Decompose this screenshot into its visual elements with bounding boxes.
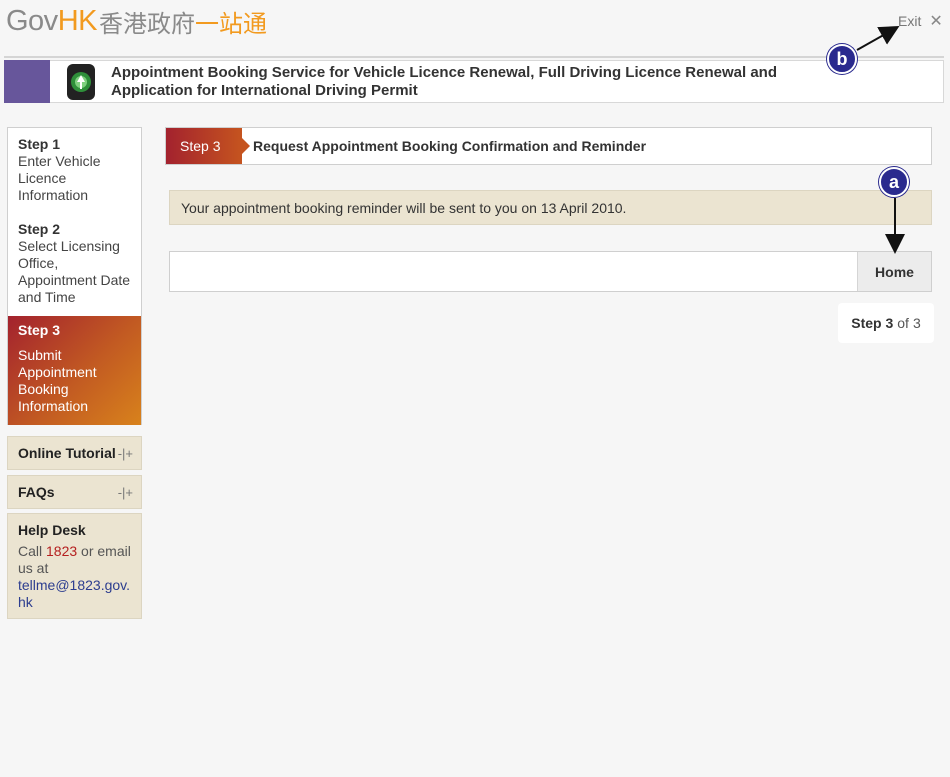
home-button[interactable]: Home <box>857 252 931 291</box>
traffic-light-icon <box>61 62 101 102</box>
step-progress-panel: Step 1 Enter Vehicle Licence Information… <box>7 127 142 425</box>
help-desk-text: Call 1823 or email us at tellme@1823.gov… <box>18 543 131 611</box>
sidebar-step-2: Step 2 Select Licensing Office, Appointm… <box>8 213 143 306</box>
help-desk-title: Help Desk <box>18 522 86 538</box>
banner-title-line2: Application for International Driving Pe… <box>111 81 418 99</box>
of-text: of <box>897 315 909 331</box>
annotation-marker-a: a <box>879 167 909 197</box>
faqs-label: FAQs <box>18 484 55 500</box>
close-icon: ✕ <box>929 13 943 30</box>
step-label: Submit Appointment Booking Information <box>18 347 97 414</box>
step-indicator: Step 3 of 3 <box>838 303 934 343</box>
govhk-logo[interactable]: Gov HK 香港政府 一站通 <box>6 4 267 38</box>
step-title: Request Appointment Booking Confirmation… <box>253 138 647 154</box>
exit-link[interactable]: Exit ✕ <box>898 11 943 31</box>
sidebar-step-3-active: Step 3 Submit Appointment Booking Inform… <box>8 316 141 425</box>
logo-chinese-text: 香港政府 <box>98 9 195 38</box>
service-banner: Appointment Booking Service for Vehicle … <box>4 60 944 103</box>
annotation-marker-b: b <box>827 44 857 74</box>
annotation-arrows <box>856 26 905 254</box>
arrow-b <box>856 26 900 51</box>
step-label: Select Licensing Office, Appointment Dat… <box>18 238 131 305</box>
step-number: Step 3 <box>18 322 61 338</box>
faqs-link[interactable]: FAQs -|+ <box>7 475 142 509</box>
total-steps: 3 <box>912 315 921 331</box>
header-divider <box>4 56 944 58</box>
reminder-notice: Your appointment booking reminder will b… <box>169 190 932 225</box>
expand-icon: -|+ <box>117 484 133 500</box>
logo-gov-text: Gov <box>6 4 58 37</box>
step-label: Enter Vehicle Licence Information <box>18 153 101 203</box>
help-desk-panel: Help Desk Call 1823 or email us at tellm… <box>7 513 142 619</box>
action-button-bar: Home <box>169 251 932 292</box>
exit-label: Exit <box>898 13 922 29</box>
step-number: Step 1 <box>18 136 61 152</box>
call-text: Call <box>18 543 47 559</box>
banner-accent-strip <box>4 60 50 103</box>
expand-icon: -|+ <box>117 445 133 461</box>
step-tag: Step 3 <box>166 128 250 164</box>
logo-chinese-orange-text: 一站通 <box>194 9 267 38</box>
current-step: Step 3 <box>851 315 894 331</box>
banner-title: Appointment Booking Service for Vehicle … <box>111 64 777 100</box>
phone-number: 1823 <box>46 543 78 559</box>
online-tutorial-link[interactable]: Online Tutorial -|+ <box>7 436 142 470</box>
step-number: Step 2 <box>18 221 61 237</box>
email-link[interactable]: tellme@1823.gov.hk <box>18 577 131 611</box>
step-header: Step 3 Request Appointment Booking Confi… <box>165 127 932 165</box>
online-tutorial-label: Online Tutorial <box>18 445 116 461</box>
sidebar-step-1: Step 1 Enter Vehicle Licence Information <box>8 128 128 204</box>
banner-title-line1: Appointment Booking Service for Vehicle … <box>111 63 777 81</box>
logo-hk-text: HK <box>57 4 98 37</box>
